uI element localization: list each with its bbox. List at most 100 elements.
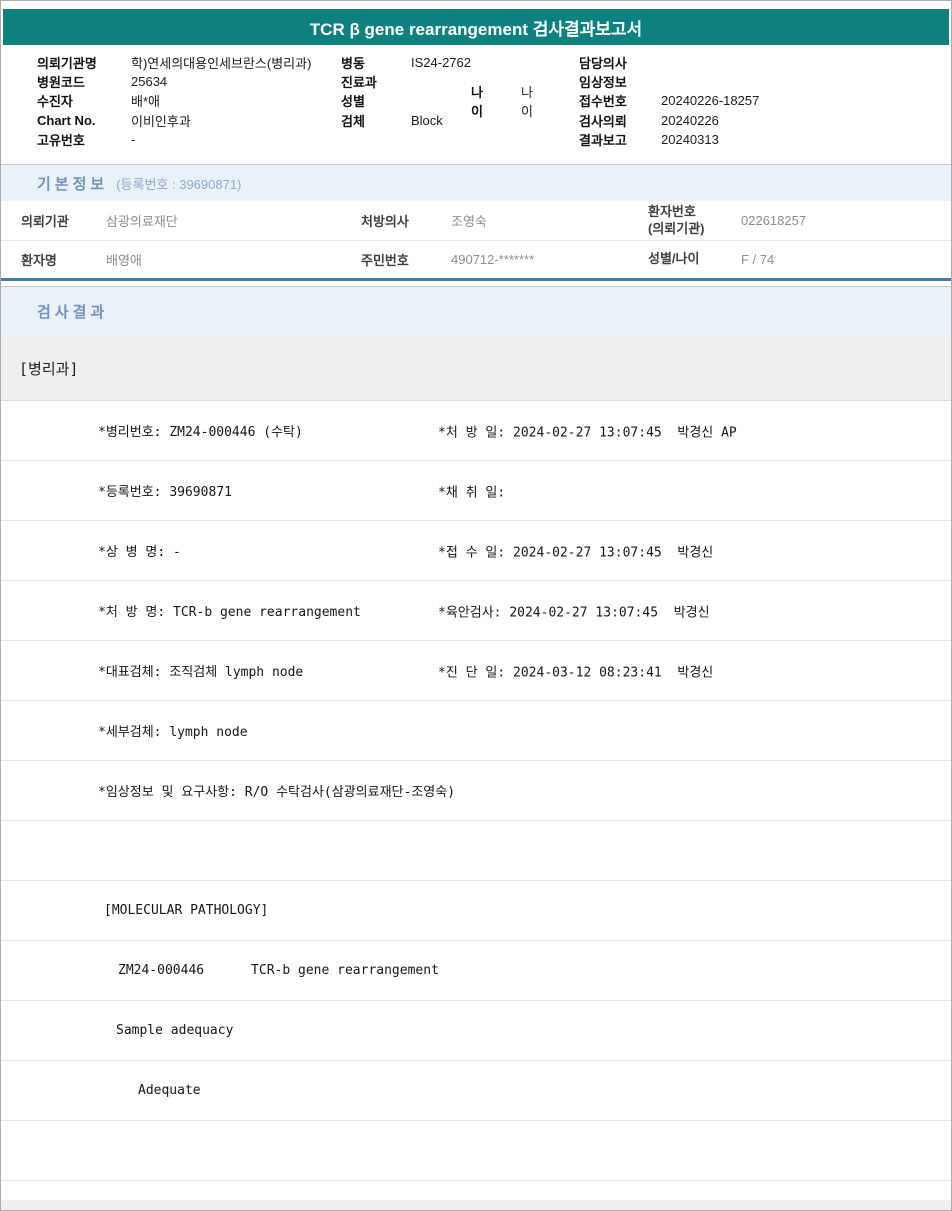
- department-band: [병리과]: [1, 336, 951, 401]
- report-title-bar: TCR β gene rearrangement 검사결과보고서: [3, 9, 949, 45]
- result-left-text: *임상정보 및 요구사항: R/O 수탁검사(삼광의료재단-조영숙): [98, 785, 456, 800]
- col-label-patient-no-line1: 환자번호: [648, 204, 696, 220]
- field-label: 병동: [341, 56, 365, 72]
- header-info-left-column: 의뢰기관명 학)연세의대용인세브란스(병리과) 병원코드 25634 수진자 배…: [37, 53, 311, 149]
- result-left-text: *상 병 명: -: [98, 545, 181, 560]
- col-value-patient-name: 배영애: [106, 253, 142, 268]
- header-info-middle-column: 병동 IS24-2762 진료과 성별 나이 나이 검체 Block: [341, 53, 533, 130]
- result-row-empty: [1, 1121, 951, 1181]
- header-field-sex-age: 성별 나이 나이: [341, 85, 533, 119]
- field-label: 의뢰기관명: [37, 56, 97, 72]
- report-page: TCR β gene rearrangement 검사결과보고서 의뢰기관명 학…: [0, 0, 952, 1211]
- result-row-clinical-request: *임상정보 및 요구사항: R/O 수탁검사(삼광의료재단-조영숙): [1, 761, 951, 821]
- header-field-clinical-info: 임상정보: [579, 72, 759, 91]
- result-left-text: *세부검체: lymph node: [98, 725, 248, 740]
- report-title: TCR β gene rearrangement 검사결과보고서: [309, 19, 643, 39]
- registration-number-note: (등록번호 : 39690871): [116, 176, 242, 192]
- col-label-patient-name: 환자명: [21, 253, 57, 268]
- header-field-hospital-code: 병원코드 25634: [37, 72, 311, 91]
- result-right-text: *접 수 일: 2024-02-27 13:07:45 박경신: [438, 545, 714, 560]
- field-value: 20240226-18257: [661, 93, 760, 109]
- age-value: 나이: [521, 84, 533, 119]
- table-row: 환자명 배영애 주민번호 490712-******* 성별/나이 F / 74: [1, 241, 951, 281]
- result-right-text: *육안검사: 2024-02-27 13:07:45 박경신: [438, 605, 710, 620]
- result-left-text: *등록번호: 39690871: [98, 485, 232, 500]
- field-value: IS24-2762: [411, 55, 471, 71]
- field-value: 20240226: [661, 112, 719, 128]
- col-value-resident-no: 490712-*******: [451, 252, 535, 267]
- field-label: 수진자: [37, 94, 73, 110]
- header-field-examinee: 수진자 배*애: [37, 91, 311, 110]
- result-row-adequate: Adequate: [1, 1061, 951, 1121]
- result-row-molecular-pathology-heading: [MOLECULAR PATHOLOGY]: [1, 881, 951, 941]
- header-field-specimen: 검체 Block: [341, 111, 471, 130]
- result-right-text: *채 취 일:: [438, 485, 506, 500]
- result-left-text: ZM24-000446 TCR-b gene rearrangement: [118, 963, 439, 978]
- result-right-text: *진 단 일: 2024-03-12 08:23:41 박경신: [438, 665, 714, 680]
- header-field-chart-no: Chart No. 이비인후과: [37, 111, 311, 130]
- header-field-result-report-date: 결과보고 20240313: [579, 130, 759, 149]
- result-row-sample-adequacy: Sample adequacy: [1, 1001, 951, 1061]
- table-row: 의뢰기관 삼광의료재단 처방의사 조영숙 환자번호 (의뢰기관) 0226182…: [1, 201, 951, 241]
- field-label: 검사의뢰: [579, 113, 627, 129]
- result-rows: *병리번호: ZM24-000446 (수탁) *처 방 일: 2024-02-…: [1, 401, 951, 1181]
- results-title: 검사결과: [37, 304, 109, 321]
- field-label: 결과보고: [579, 132, 627, 148]
- field-value: 20240313: [661, 131, 719, 147]
- field-value: 이비인후과: [131, 113, 191, 129]
- field-value: 학)연세의대용인세브란스(병리과): [131, 56, 312, 72]
- col-label-sex-age: 성별/나이: [648, 251, 700, 267]
- result-left-text: [MOLECULAR PATHOLOGY]: [104, 903, 269, 918]
- header-field-doctor-in-charge: 담당의사: [579, 53, 759, 72]
- result-left-text: *처 방 명: TCR-b gene rearrangement: [98, 605, 361, 620]
- header-field-receipt-no: 접수번호 20240226-18257: [579, 91, 759, 110]
- result-row-specimen-test-name: ZM24-000446 TCR-b gene rearrangement: [1, 941, 951, 1001]
- result-row-registration-no: *등록번호: 39690871 *채 취 일:: [1, 461, 951, 521]
- field-label: 고유번호: [37, 132, 85, 148]
- field-value: 25634: [131, 74, 168, 90]
- field-value: 배*애: [131, 94, 160, 110]
- field-value: Block: [411, 112, 443, 128]
- col-label-resident-no: 주민번호: [361, 253, 409, 268]
- header-field-unique-no: 고유번호 -: [37, 130, 311, 149]
- col-value-prescribing-doctor: 조영숙: [451, 214, 487, 229]
- header-info-right-column: 담당의사 임상정보 접수번호 20240226-18257 검사의뢰 20240…: [579, 53, 759, 149]
- result-left-text: Sample adequacy: [116, 1023, 234, 1038]
- result-row-pathology-no: *병리번호: ZM24-000446 (수탁) *처 방 일: 2024-02-…: [1, 401, 951, 461]
- result-left-text: *병리번호: ZM24-000446 (수탁): [98, 425, 303, 440]
- col-value-sex-age: F / 74: [741, 252, 775, 267]
- results-section-header: 검사결과: [1, 286, 951, 336]
- result-row-prescription-name: *처 방 명: TCR-b gene rearrangement *육안검사: …: [1, 581, 951, 641]
- result-row-disease-name: *상 병 명: - *접 수 일: 2024-02-27 13:07:45 박경…: [1, 521, 951, 581]
- col-value-requesting-org: 삼광의료재단: [106, 214, 178, 229]
- footer-strip: [1, 1200, 951, 1210]
- field-label: 접수번호: [579, 94, 627, 110]
- result-left-text: Adequate: [138, 1083, 201, 1098]
- field-label: 임상정보: [579, 75, 627, 91]
- result-row-empty: [1, 821, 951, 881]
- result-row-detail-specimen: *세부검체: lymph node: [1, 701, 951, 761]
- col-label-patient-no-line2: (의뢰기관): [648, 220, 705, 236]
- col-value-patient-no: 022618257: [741, 213, 807, 228]
- col-label-patient-no: 환자번호 (의뢰기관): [648, 204, 741, 237]
- field-value: -: [131, 131, 136, 147]
- header-field-test-request-date: 검사의뢰 20240226: [579, 111, 759, 130]
- col-label-requesting-org: 의뢰기관: [21, 214, 69, 229]
- field-label: Chart No.: [37, 112, 96, 128]
- basic-info-table: 의뢰기관 삼광의료재단 처방의사 조영숙 환자번호 (의뢰기관) 0226182…: [1, 201, 951, 281]
- department-label: [병리과]: [19, 359, 79, 378]
- field-label: 병원코드: [37, 75, 85, 91]
- field-label: 검체: [341, 113, 365, 129]
- field-label: 담당의사: [579, 56, 627, 72]
- age-label: 나이: [471, 84, 483, 119]
- field-label: 성별: [341, 94, 365, 110]
- basic-info-title: 기본정보: [37, 175, 109, 193]
- col-label-prescribing-doctor: 처방의사: [361, 214, 409, 229]
- header-field-department: 진료과: [341, 72, 471, 91]
- result-right-text: *처 방 일: 2024-02-27 13:07:45 박경신 AP: [438, 425, 737, 440]
- header-field-ward: 병동 IS24-2762: [341, 53, 471, 72]
- basic-info-section-header: 기본정보 (등록번호 : 39690871): [1, 164, 951, 201]
- result-left-text: *대표검체: 조직검체 lymph node: [98, 665, 304, 680]
- field-label: 진료과: [341, 75, 377, 91]
- header-field-requesting-institution: 의뢰기관명 학)연세의대용인세브란스(병리과): [37, 53, 311, 72]
